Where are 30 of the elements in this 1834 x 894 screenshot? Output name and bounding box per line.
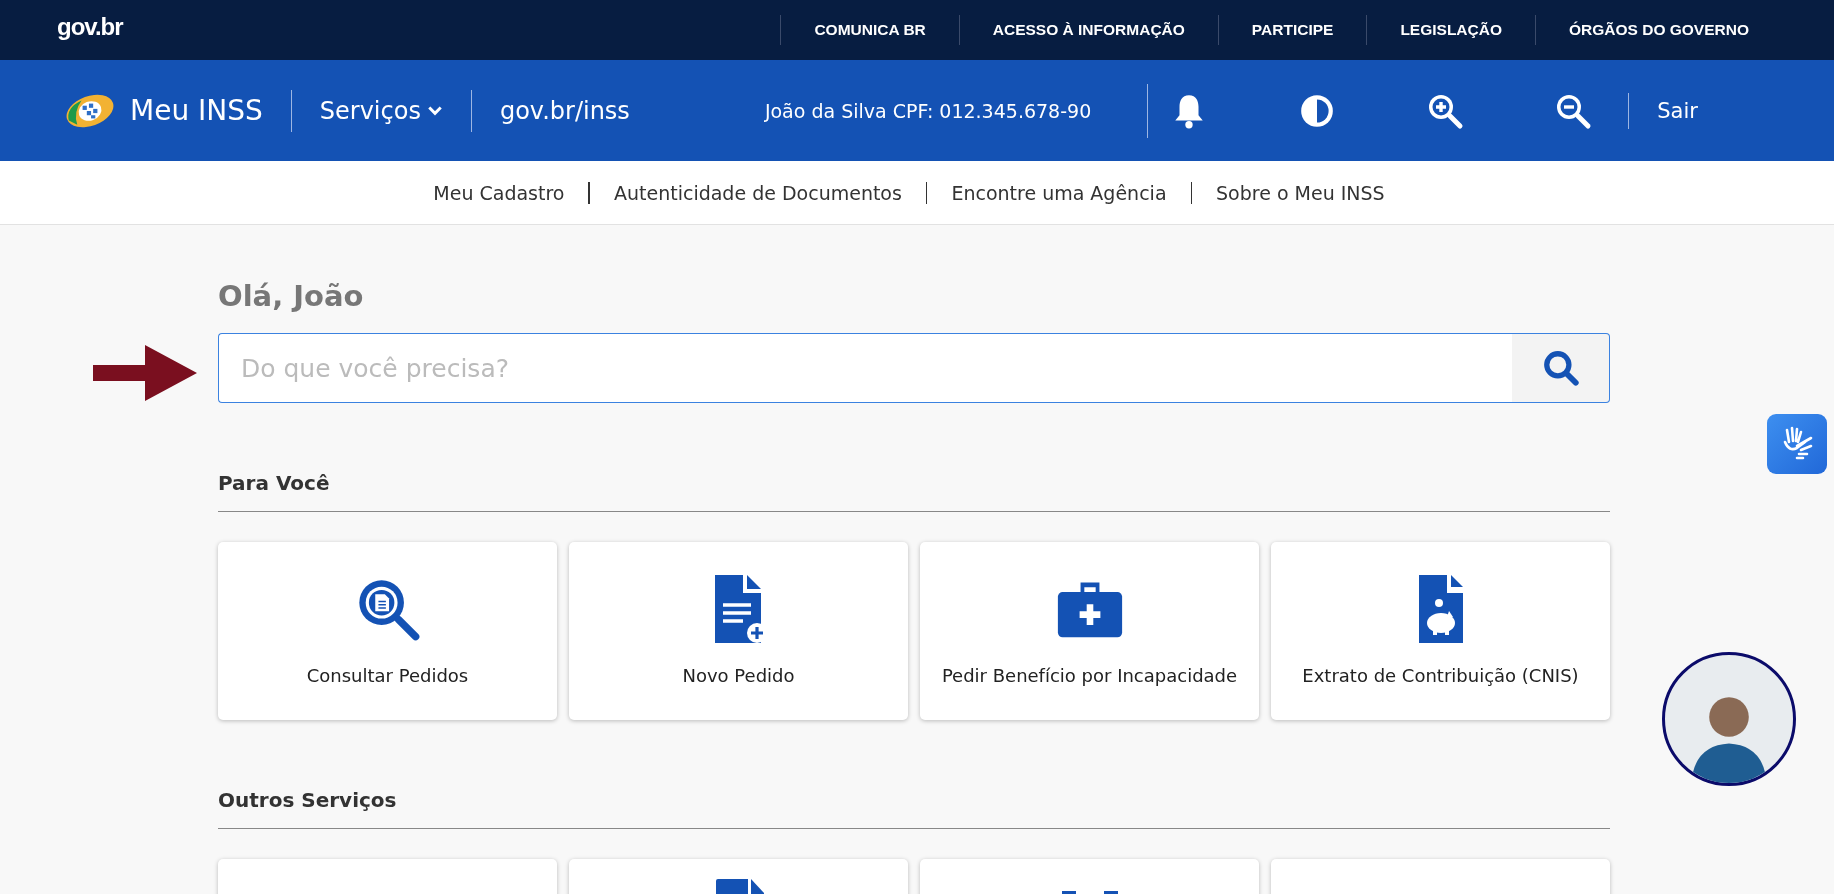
services-menu[interactable]: Serviços xyxy=(319,96,443,125)
gov-nav-link[interactable]: LEGISLAÇÃO xyxy=(1367,21,1535,39)
secondary-nav-link[interactable]: Meu Cadastro xyxy=(433,181,565,204)
gov-logo[interactable]: gov.br xyxy=(57,13,123,41)
section-title: Para Você xyxy=(218,471,1610,512)
card-label: Pedir Benefício por Incapacidade xyxy=(941,664,1238,689)
card-label: Consultar Pedidos xyxy=(306,664,469,689)
gov-nav-link[interactable]: COMUNICA BR xyxy=(781,21,959,39)
gov-nav-link[interactable]: PARTICIPE xyxy=(1218,21,1367,39)
card-label: Novo Pedido xyxy=(682,664,795,689)
inss-logo-icon xyxy=(64,92,116,129)
brand-title[interactable]: Meu INSS xyxy=(130,94,263,127)
user-info: João da Silva CPF: 012.345.678-90 xyxy=(764,99,1092,122)
document-icon xyxy=(713,877,764,894)
secondary-nav-link[interactable]: Encontre uma Agência xyxy=(951,181,1167,204)
gov-nav-link[interactable]: ÓRGÃOS DO GOVERNO xyxy=(1536,21,1782,39)
section-title: Outros Serviços xyxy=(218,788,1610,829)
service-card[interactable]: Consultar Pedidos xyxy=(218,542,557,720)
secondary-nav-link[interactable]: Autenticidade de Documentos xyxy=(614,181,902,204)
service-card[interactable]: Novo Pedido xyxy=(569,542,908,720)
sign-language-button[interactable] xyxy=(1767,414,1827,474)
service-card[interactable]: Pedir Benefício por Incapacidade xyxy=(920,542,1259,720)
card-label: Extrato de Contribuição (CNIS) xyxy=(1302,664,1579,689)
service-card[interactable]: Extrato de Contribuição (CNIS) xyxy=(1271,542,1610,720)
greeting: Olá, João xyxy=(218,279,365,313)
secondary-nav-link[interactable]: Sobre o Meu INSS xyxy=(1216,181,1385,204)
logout-link[interactable]: Sair xyxy=(1657,98,1698,123)
gov-nav-link[interactable]: ACESSO À INFORMAÇÃO xyxy=(959,21,1218,39)
chevron-down-icon xyxy=(426,104,443,117)
site-link[interactable]: gov.br/inss xyxy=(499,96,630,125)
